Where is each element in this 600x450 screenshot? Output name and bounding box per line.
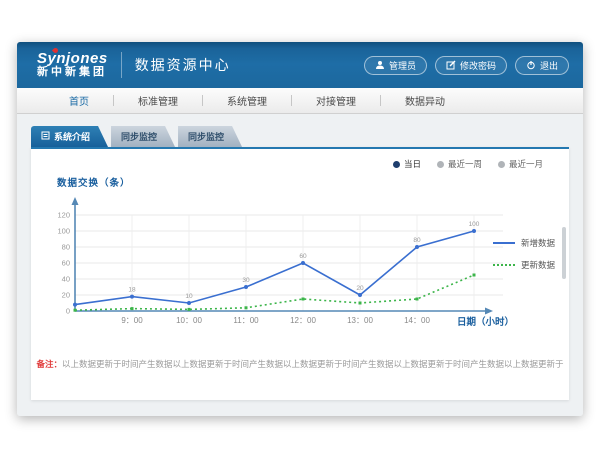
dotted-line-icon bbox=[493, 264, 515, 266]
y-axis-title: 数据交换（条） bbox=[57, 175, 131, 189]
logout-button[interactable]: 退出 bbox=[515, 56, 569, 75]
nav-item-system-management[interactable]: 系统管理 bbox=[203, 93, 291, 108]
document-icon bbox=[41, 131, 50, 142]
tab-sync-monitor-1[interactable]: 同步监控 bbox=[111, 126, 175, 147]
edit-icon bbox=[446, 60, 456, 70]
svg-text:10: 10 bbox=[185, 293, 193, 300]
svg-text:100: 100 bbox=[469, 221, 480, 228]
chart-panel: 当日 最近一周 最近一月 数据交换（条） 0 20 40 60 80 100 120 9：00… bbox=[31, 147, 569, 400]
main-nav: 首页 标准管理 系统管理 对接管理 数据异动 bbox=[17, 88, 583, 114]
svg-text:0: 0 bbox=[66, 307, 70, 316]
radio-last-week[interactable]: 最近一周 bbox=[437, 158, 482, 170]
page-title: 数据资源中心 bbox=[135, 55, 231, 75]
svg-text:100: 100 bbox=[57, 227, 70, 236]
tab-system-intro[interactable]: 系统介绍 bbox=[31, 126, 108, 147]
svg-text:60: 60 bbox=[299, 253, 307, 260]
radio-today[interactable]: 当日 bbox=[393, 158, 421, 170]
svg-text:60: 60 bbox=[62, 259, 70, 268]
radio-last-month[interactable]: 最近一月 bbox=[498, 158, 543, 170]
tab-sync-monitor-2[interactable]: 同步监控 bbox=[178, 126, 242, 147]
change-password-button[interactable]: 修改密码 bbox=[435, 56, 507, 75]
header-divider bbox=[121, 52, 122, 78]
svg-text:11：00: 11：00 bbox=[233, 316, 259, 325]
panel-scrollbar[interactable] bbox=[562, 227, 566, 279]
svg-text:9：00: 9：00 bbox=[121, 316, 143, 325]
svg-text:10：00: 10：00 bbox=[176, 316, 202, 325]
app-window: Synjones 新中新集团 数据资源中心 管理员 修改密码 退出 首页 bbox=[17, 42, 583, 416]
tab-bar: 系统介绍 同步监控 同步监控 bbox=[31, 126, 583, 147]
user-button[interactable]: 管理员 bbox=[364, 56, 427, 75]
nav-item-data-change[interactable]: 数据异动 bbox=[381, 93, 469, 108]
radio-dot-icon bbox=[498, 161, 505, 168]
footnote-text: 以上数据更新于时间产生数据以上数据更新于时间产生数据以上数据更新于时间产生数据以… bbox=[62, 359, 564, 369]
svg-text:12：00: 12：00 bbox=[290, 316, 316, 325]
svg-text:20: 20 bbox=[356, 285, 364, 292]
svg-text:日期（小时）: 日期（小时） bbox=[457, 316, 514, 328]
logo-text-cn: 新中新集团 bbox=[37, 67, 108, 79]
solid-line-icon bbox=[493, 242, 515, 244]
chart-legend: 新增数据 更新数据 bbox=[493, 237, 555, 281]
person-icon bbox=[375, 60, 385, 70]
legend-item-update-data[interactable]: 更新数据 bbox=[493, 259, 555, 271]
svg-text:80: 80 bbox=[62, 243, 70, 252]
power-icon bbox=[526, 60, 536, 70]
time-range-radios: 当日 最近一周 最近一月 bbox=[393, 158, 543, 170]
radio-dot-icon bbox=[393, 161, 400, 168]
nav-item-standard-management[interactable]: 标准管理 bbox=[114, 93, 202, 108]
radio-dot-icon bbox=[437, 161, 444, 168]
svg-text:18: 18 bbox=[128, 287, 136, 294]
content-area: 系统介绍 同步监控 同步监控 当日 最近一周 bbox=[17, 114, 583, 416]
svg-text:14：00: 14：00 bbox=[404, 316, 430, 325]
line-chart: 0 20 40 60 80 100 120 9：00 10：00 11：00 12：00 13：00 1… bbox=[45, 189, 570, 341]
footnote: 备注：以上数据更新于时间产生数据以上数据更新于时间产生数据以上数据更新于时间产生… bbox=[31, 358, 569, 370]
app-header: Synjones 新中新集团 数据资源中心 管理员 修改密码 退出 bbox=[17, 42, 583, 88]
svg-text:120: 120 bbox=[57, 211, 70, 220]
logo-text-en: Synjones bbox=[37, 51, 108, 67]
company-logo: Synjones 新中新集团 bbox=[31, 51, 108, 78]
svg-text:13：00: 13：00 bbox=[347, 316, 373, 325]
svg-text:20: 20 bbox=[62, 291, 70, 300]
svg-text:40: 40 bbox=[62, 275, 70, 284]
svg-text:30: 30 bbox=[242, 277, 250, 284]
footnote-label: 备注： bbox=[36, 359, 62, 369]
nav-item-docking-management[interactable]: 对接管理 bbox=[292, 93, 380, 108]
legend-item-new-data[interactable]: 新增数据 bbox=[493, 237, 555, 249]
nav-item-home[interactable]: 首页 bbox=[45, 93, 113, 108]
svg-text:80: 80 bbox=[413, 237, 421, 244]
